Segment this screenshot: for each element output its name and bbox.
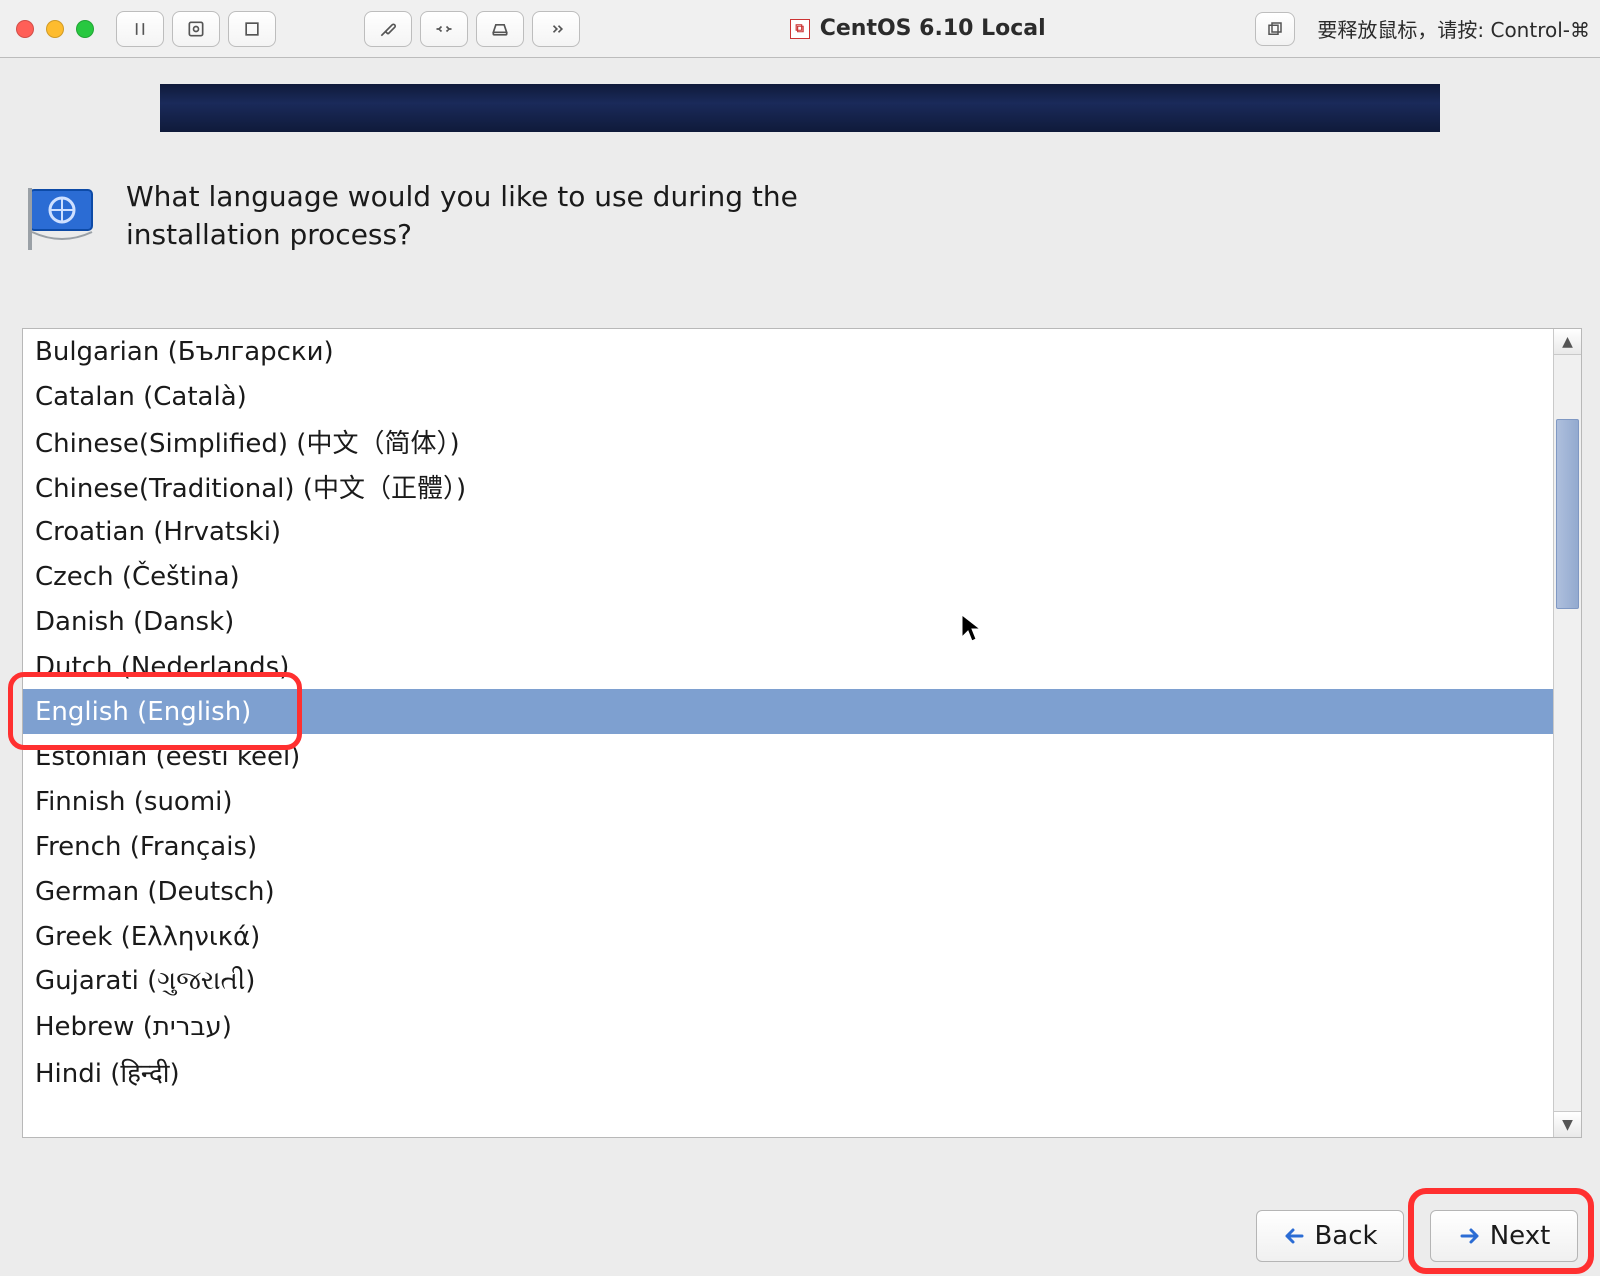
language-option[interactable]: Dutch (Nederlands) [23,644,1553,689]
minimize-window-button[interactable] [46,20,64,38]
language-option-label: Danish (Dansk) [35,607,234,637]
window-controls [10,20,94,38]
fullscreen-button[interactable] [228,11,276,47]
resize-guest-button[interactable] [420,11,468,47]
language-option[interactable]: Czech (Čeština) [23,554,1553,599]
language-option[interactable]: Bulgarian (Български) [23,329,1553,374]
language-option-label: Gujarati (ગુજરાતી) [35,966,255,997]
language-option[interactable]: Croatian (Hrvatski) [23,509,1553,554]
scroll-track[interactable] [1554,355,1581,1111]
release-mouse-hint: 要释放鼠标，请按: Control-⌘ [1317,14,1590,43]
language-option[interactable]: Chinese(Simplified) (中文（简体）) [23,419,1553,464]
language-option[interactable]: German (Deutsch) [23,869,1553,914]
host-toolbar: ⧉ CentOS 6.10 Local 要释放鼠标，请按: Control-⌘ [0,0,1600,58]
language-list-frame: Bulgarian (Български) Catalan (Català) Chi… [22,328,1582,1138]
guest-screen: What language would you like to use duri… [0,58,1600,1276]
language-option-label: Finnish (suomi) [35,787,233,817]
multiwindow-button[interactable] [1255,12,1295,46]
language-option[interactable]: Chinese(Traditional) (中文（正體）) [23,464,1553,509]
next-button-label: Next [1490,1221,1551,1251]
next-button[interactable]: Next [1430,1210,1578,1262]
language-option-label: Chinese(Simplified) (中文（简体）) [35,423,460,460]
toolbar-group-vm [116,11,276,47]
language-option-label: German (Deutsch) [35,877,275,907]
back-button-label: Back [1314,1221,1377,1251]
language-option-label: Czech (Čeština) [35,562,240,592]
language-option[interactable]: Finnish (suomi) [23,779,1553,824]
scroll-up-button[interactable]: ▲ [1554,329,1581,355]
language-option[interactable]: Gujarati (ગુજરાતી) [23,959,1553,1004]
language-option[interactable]: Hebrew (עברית) [23,1004,1553,1049]
prompt-text: What language would you like to use duri… [126,178,846,254]
language-option-label: Hindi (हिन्दी) [35,1054,180,1090]
snapshot-button[interactable] [172,11,220,47]
language-option-label: Dutch (Nederlands) [35,652,289,682]
language-option-label: French (Français) [35,832,257,862]
vm-icon: ⧉ [790,19,810,39]
nav-buttons: Back Next [1256,1210,1578,1262]
language-option-label: Croatian (Hrvatski) [35,517,281,547]
language-option[interactable]: English (English) [23,689,1553,734]
language-option-label: Chinese(Traditional) (中文（正體）) [35,468,466,505]
language-option-label: Bulgarian (Български) [35,337,334,367]
language-option[interactable]: Catalan (Català) [23,374,1553,419]
language-list-scrollbar[interactable]: ▲ ▼ [1553,329,1581,1137]
close-window-button[interactable] [16,20,34,38]
prompt-row: What language would you like to use duri… [22,178,1578,258]
scroll-thumb[interactable] [1556,419,1579,609]
drive-button[interactable] [476,11,524,47]
settings-button[interactable] [364,11,412,47]
toolbar-group-tools [364,11,580,47]
language-option[interactable]: Greek (Ελληνικά) [23,914,1553,959]
language-option-label: English (English) [35,697,251,727]
language-option-label: Estonian (eesti keel) [35,742,300,772]
flag-icon [22,178,102,258]
installer-header-banner [160,84,1440,132]
pause-button[interactable] [116,11,164,47]
scroll-down-button[interactable]: ▼ [1554,1111,1581,1137]
more-tools-button[interactable] [532,11,580,47]
back-button[interactable]: Back [1256,1210,1404,1262]
language-option[interactable]: Danish (Dansk) [23,599,1553,644]
language-option-label: Greek (Ελληνικά) [35,922,260,952]
language-option-label: Hebrew (עברית) [35,1012,232,1042]
zoom-window-button[interactable] [76,20,94,38]
language-option[interactable]: French (Français) [23,824,1553,869]
vm-title-text: CentOS 6.10 Local [820,16,1046,41]
vm-title: ⧉ CentOS 6.10 Local [790,16,1046,41]
language-option[interactable]: Estonian (eesti keel) [23,734,1553,779]
language-option-label: Catalan (Català) [35,382,247,412]
language-option[interactable]: Hindi (हिन्दी) [23,1049,1553,1094]
language-list[interactable]: Bulgarian (Български) Catalan (Català) Chi… [23,329,1553,1137]
